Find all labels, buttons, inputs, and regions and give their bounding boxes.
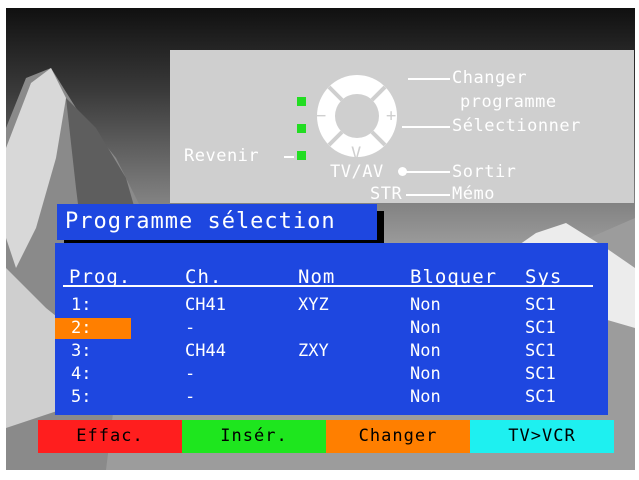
- prog-cell: 1:: [71, 295, 92, 315]
- table-row[interactable]: 2: - Non SC1: [55, 318, 608, 339]
- prog-cell: 2:: [71, 318, 92, 338]
- header-divider: [63, 285, 593, 287]
- system-cell: SC1: [525, 364, 556, 384]
- exit-label: Sortir: [452, 162, 517, 182]
- system-cell: SC1: [525, 318, 556, 338]
- change-programme-label-line2: programme: [460, 92, 557, 112]
- channel-cell: CH44: [185, 341, 226, 361]
- system-cell: SC1: [525, 341, 556, 361]
- plus-icon: +: [386, 106, 397, 126]
- channel-cell: -: [185, 318, 196, 338]
- tvav-label: TV/AV: [330, 162, 384, 182]
- channel-cell: -: [185, 364, 196, 384]
- page-title: Programme sélection: [57, 204, 377, 240]
- lock-cell: Non: [410, 295, 441, 315]
- name-cell: XYZ: [298, 295, 329, 315]
- table-row[interactable]: 1: CH41 XYZ Non SC1: [55, 295, 608, 316]
- minus-icon: −: [316, 106, 327, 126]
- programme-table: Prog. Ch. Nom Bloquer Sys 1: CH41 XYZ No…: [55, 243, 608, 415]
- exit-connector: [406, 171, 450, 173]
- memo-label: Mémo: [452, 184, 495, 204]
- delete-button[interactable]: Effac.: [38, 420, 182, 453]
- insert-button[interactable]: Insér.: [182, 420, 326, 453]
- name-cell: ZXY: [298, 341, 329, 361]
- remote-help-panel: ^ V − + Revenir Changer programme Sélect…: [170, 50, 634, 204]
- down-arrow-icon: V: [351, 144, 362, 164]
- prog-cell: 4:: [71, 364, 92, 384]
- memo-connector: [406, 194, 450, 196]
- str-label: STR: [370, 184, 403, 204]
- lock-cell: Non: [410, 364, 441, 384]
- system-cell: SC1: [525, 295, 556, 315]
- select-label: Sélectionner: [452, 116, 581, 136]
- table-row[interactable]: 3: CH44 ZXY Non SC1: [55, 341, 608, 362]
- select-connector: [402, 126, 450, 128]
- green-indicator-icon: [297, 151, 306, 160]
- table-row[interactable]: 4: - Non SC1: [55, 364, 608, 385]
- tv-vcr-button[interactable]: TV>VCR: [470, 420, 614, 453]
- prog-cell: 3:: [71, 341, 92, 361]
- green-indicator-icon: [297, 97, 306, 106]
- change-button[interactable]: Changer: [326, 420, 470, 453]
- channel-cell: CH41: [185, 295, 226, 315]
- up-arrow-icon: ^: [351, 68, 362, 88]
- prog-cell: 5:: [71, 387, 92, 407]
- lock-cell: Non: [410, 387, 441, 407]
- change-programme-label-line1: Changer: [452, 68, 528, 88]
- selection-highlight: [55, 318, 131, 339]
- change-connector: [408, 78, 450, 80]
- table-row[interactable]: 5: - Non SC1: [55, 387, 608, 408]
- channel-cell: -: [185, 387, 196, 407]
- system-cell: SC1: [525, 387, 556, 407]
- back-label: Revenir: [184, 146, 260, 166]
- green-indicator-icon: [297, 124, 306, 133]
- back-connector: [284, 156, 294, 158]
- lock-cell: Non: [410, 318, 441, 338]
- lock-cell: Non: [410, 341, 441, 361]
